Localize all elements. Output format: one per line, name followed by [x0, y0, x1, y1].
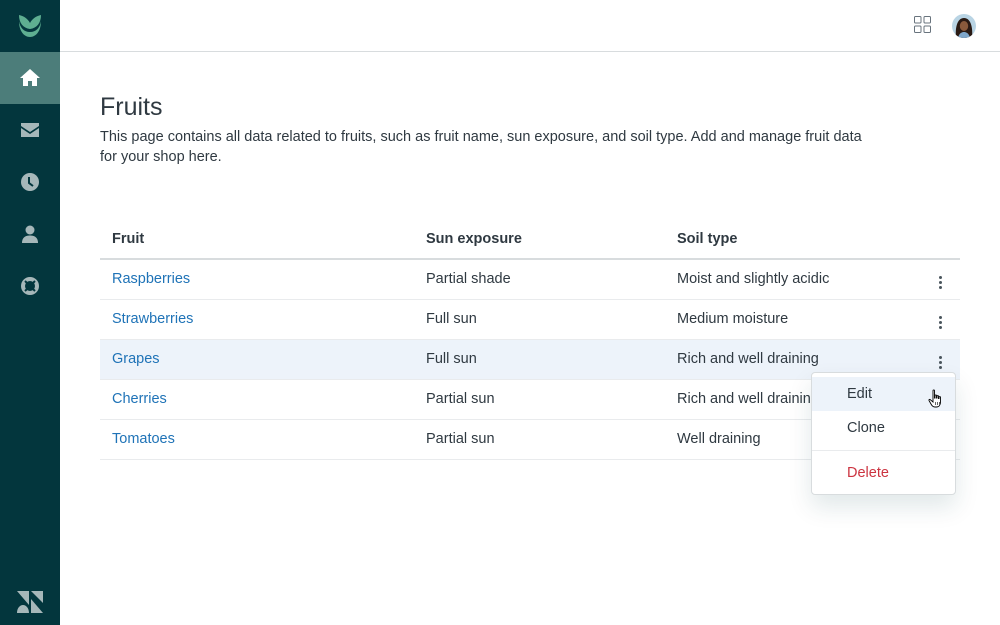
hand-pointer-cursor-icon — [928, 389, 941, 408]
table-row: Raspberries Partial shade Moist and slig… — [100, 259, 960, 300]
zendesk-logo[interactable] — [0, 591, 60, 613]
column-header-fruit[interactable]: Fruit — [100, 219, 414, 260]
fruit-link[interactable]: Cherries — [112, 391, 167, 407]
avatar-image — [952, 14, 976, 38]
page-title: Fruits — [100, 93, 163, 121]
row-overflow-menu-button[interactable] — [933, 274, 948, 291]
menu-item-clone[interactable]: Clone — [812, 411, 955, 445]
column-header-soil-type[interactable]: Soil type — [665, 219, 920, 260]
top-header — [60, 0, 1000, 52]
kebab-icon — [938, 356, 942, 359]
sidebar-item-mail[interactable] — [0, 104, 60, 156]
soil-type-cell: Medium moisture — [665, 299, 920, 340]
menu-item-delete[interactable]: Delete — [812, 456, 955, 490]
kebab-icon — [938, 276, 942, 280]
leaf-logo-icon — [19, 15, 41, 37]
menu-separator — [812, 450, 955, 451]
table-row: Strawberries Full sun Medium moisture — [100, 299, 960, 340]
person-icon — [22, 225, 38, 243]
page-description: This page contains all data related to f… — [100, 129, 862, 165]
fruit-link[interactable]: Strawberries — [112, 311, 193, 327]
apps-button[interactable] — [914, 16, 934, 36]
sun-exposure-cell: Partial sun — [414, 419, 665, 460]
soil-type-cell: Moist and slightly acidic — [665, 259, 920, 300]
row-overflow-menu-button[interactable] — [933, 354, 948, 371]
fruit-link[interactable]: Tomatoes — [112, 431, 175, 447]
grid-icon — [914, 16, 931, 33]
row-overflow-menu-button[interactable] — [933, 314, 948, 331]
home-icon — [20, 69, 40, 86]
clock-icon — [21, 173, 39, 191]
table-header-row: Fruit Sun exposure Soil type — [100, 219, 960, 260]
mail-icon — [21, 123, 39, 137]
sidebar-item-home[interactable] — [0, 52, 60, 104]
sun-exposure-cell: Partial shade — [414, 259, 665, 300]
fruit-link[interactable]: Raspberries — [112, 271, 190, 287]
column-header-sun-exposure[interactable]: Sun exposure — [414, 219, 665, 260]
sidebar-item-history[interactable] — [0, 156, 60, 208]
fruit-link[interactable]: Grapes — [112, 351, 160, 367]
sun-exposure-cell: Full sun — [414, 339, 665, 380]
lifebuoy-icon — [21, 277, 39, 295]
sun-exposure-cell: Partial sun — [414, 379, 665, 420]
sidebar-item-support[interactable] — [0, 260, 60, 312]
sidebar — [0, 0, 60, 625]
user-avatar[interactable] — [952, 14, 976, 38]
product-logo[interactable] — [0, 0, 60, 52]
column-header-actions — [920, 219, 960, 260]
kebab-icon — [938, 316, 942, 319]
sun-exposure-cell: Full sun — [414, 299, 665, 340]
zendesk-logo-icon — [17, 591, 43, 613]
sidebar-item-user[interactable] — [0, 208, 60, 260]
